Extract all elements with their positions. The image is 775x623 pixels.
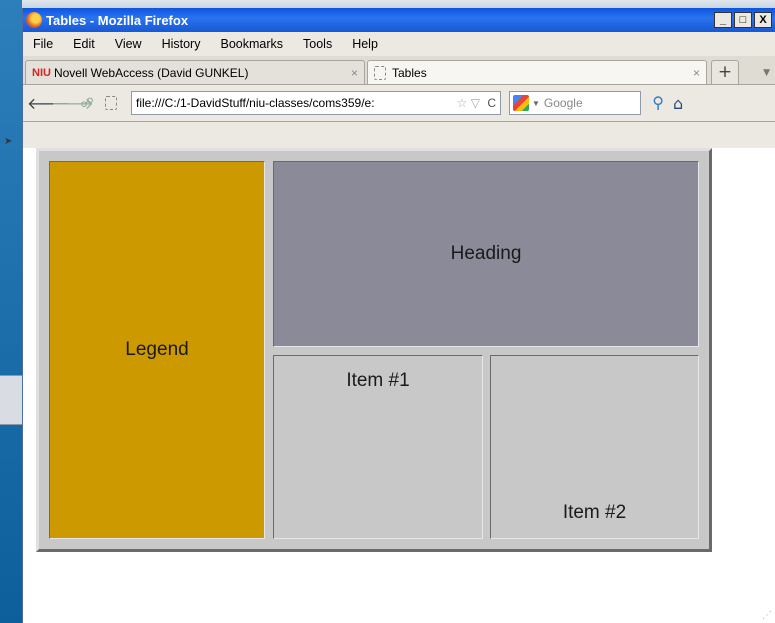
legend-cell: Legend <box>49 161 265 539</box>
url-bar[interactable]: file:///C:/1-DavidStuff/niu-classes/coms… <box>131 91 501 115</box>
title-bar[interactable]: Tables - Mozilla Firefox _ □ X <box>23 8 775 32</box>
desktop-background <box>0 0 22 623</box>
item2-label: Item #2 <box>562 502 627 523</box>
menu-edit[interactable]: Edit <box>73 37 95 51</box>
window-title: Tables - Mozilla Firefox <box>46 12 189 28</box>
tab-novell-webaccess[interactable]: NIU Novell WebAccess (David GUNKEL) × <box>25 60 365 84</box>
tab-close-icon[interactable]: × <box>351 66 358 80</box>
site-identity-icon[interactable]: ☍ <box>75 96 99 111</box>
item2-cell: Item #2 <box>490 355 699 539</box>
close-button[interactable]: X <box>754 12 772 28</box>
tab-bar: NIU Novell WebAccess (David GUNKEL) × Ta… <box>23 56 775 85</box>
layout-table: Legend Heading Item #1 Item #2 <box>36 148 712 552</box>
new-tab-button[interactable]: + <box>711 60 739 84</box>
engine-dropdown-icon[interactable]: ▼ <box>532 99 540 108</box>
tab-close-icon[interactable]: × <box>693 66 700 80</box>
menu-help[interactable]: Help <box>352 37 378 51</box>
heading-label: Heading <box>450 243 522 264</box>
background-arrow-icon: ➤ <box>4 136 13 147</box>
heading-cell: Heading <box>273 161 699 347</box>
google-icon[interactable] <box>513 95 529 111</box>
browser-window: Tables - Mozilla Firefox _ □ X File Edit… <box>22 8 775 623</box>
minimize-button[interactable]: _ <box>714 12 732 28</box>
page-content: Legend Heading Item #1 Item #2 ⋰ <box>23 148 775 623</box>
menu-bookmarks[interactable]: Bookmarks <box>220 37 283 51</box>
tab-label: Tables <box>392 65 427 80</box>
menu-view[interactable]: View <box>115 37 142 51</box>
search-input[interactable]: Google <box>544 96 583 110</box>
forward-arrow-icon[interactable]: 🡒 <box>51 93 94 113</box>
background-window-strip <box>0 375 22 425</box>
search-icon[interactable]: ⚲ <box>652 93 664 113</box>
page-icon <box>374 65 386 80</box>
firefox-icon[interactable] <box>26 12 42 28</box>
item1-label: Item #1 <box>346 370 410 391</box>
item1-cell: Item #1 <box>273 355 483 539</box>
bookmark-star-icon[interactable]: ☆ <box>457 96 468 110</box>
resize-grip-icon[interactable]: ⋰ <box>762 610 772 621</box>
reload-icon[interactable]: C <box>487 96 496 110</box>
page-icon <box>105 96 117 110</box>
menu-file[interactable]: File <box>33 37 53 51</box>
window-controls: _ □ X <box>714 12 772 28</box>
navigation-toolbar: 🡐 🡒 ☍ file:///C:/1-DavidStuff/niu-classe… <box>23 85 775 122</box>
search-bar[interactable]: ▼ Google ⚲ <box>509 91 664 115</box>
home-icon[interactable]: ⌂ <box>673 94 683 113</box>
tab-list-icon[interactable]: ▼ <box>763 68 770 78</box>
menu-history[interactable]: History <box>162 37 201 51</box>
history-dropdown-icon[interactable]: ▽ <box>471 96 480 110</box>
menu-tools[interactable]: Tools <box>303 37 332 51</box>
url-input[interactable]: file:///C:/1-DavidStuff/niu-classes/coms… <box>136 96 453 110</box>
legend-label: Legend <box>125 339 189 360</box>
back-arrow-icon[interactable]: 🡐 <box>27 93 70 113</box>
maximize-button[interactable]: □ <box>734 12 752 28</box>
tab-label: Novell WebAccess (David GUNKEL) <box>53 65 249 80</box>
niu-badge: NIU <box>32 66 51 79</box>
tab-tables[interactable]: Tables × <box>367 60 707 84</box>
menu-bar: File Edit View History Bookmarks Tools H… <box>23 32 775 56</box>
